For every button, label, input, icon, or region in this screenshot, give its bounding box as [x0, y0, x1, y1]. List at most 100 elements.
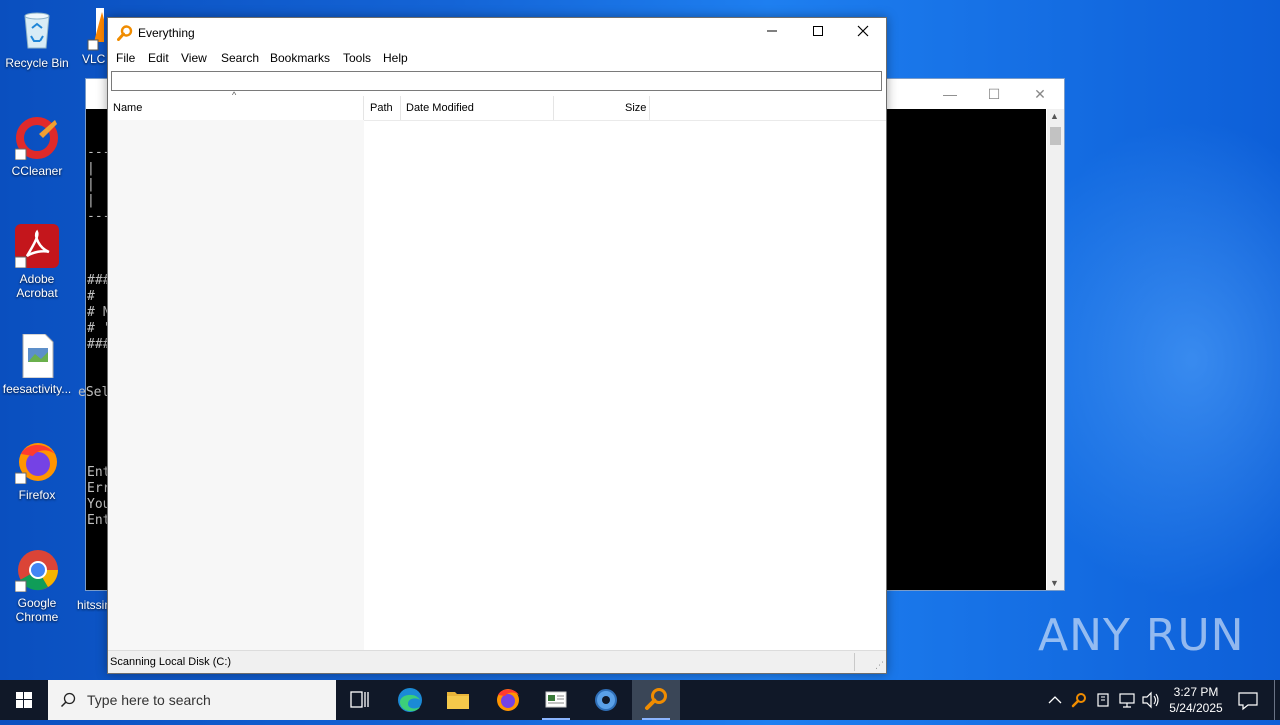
column-path[interactable]: Path: [370, 96, 393, 120]
desktop-icon-label: Recycle Bin: [5, 56, 69, 70]
menu-view[interactable]: View: [181, 51, 207, 65]
maximize-icon[interactable]: ☐: [982, 84, 1006, 104]
vlc-icon: [74, 8, 112, 52]
status-text: Scanning Local Disk (C:): [110, 656, 232, 668]
desktop-icon-feesactivity[interactable]: feesactivity...: [0, 333, 74, 396]
maximize-button[interactable]: [795, 18, 841, 48]
minimize-icon: [767, 30, 777, 32]
gear-icon: [595, 689, 617, 711]
menu-bookmarks[interactable]: Bookmarks: [270, 51, 330, 65]
usb-device-icon: [1097, 693, 1109, 707]
tray-network[interactable]: [1116, 680, 1138, 720]
desktop-icon-ccleaner[interactable]: CCleaner: [0, 116, 74, 178]
taskbar-search-placeholder: Type here to search: [87, 692, 211, 708]
desktop-icon-recycle-bin[interactable]: Recycle Bin: [0, 8, 74, 70]
desktop-icon-label: hitssin: [77, 598, 110, 612]
console-line: |: [87, 177, 95, 192]
task-view-button[interactable]: [336, 680, 384, 720]
edge-icon: [398, 688, 422, 712]
menu-bar: File Edit View Search Bookmarks Tools He…: [108, 48, 886, 68]
adobe-acrobat-icon: [14, 224, 59, 269]
taskbar-file-explorer[interactable]: [434, 680, 482, 720]
taskbar-console-window[interactable]: [532, 680, 580, 720]
scroll-down-icon[interactable]: ▼: [1050, 578, 1059, 588]
search-icon: [60, 692, 76, 708]
console-scrollbar[interactable]: ▲ ▼: [1047, 109, 1064, 590]
firefox-icon: [14, 440, 59, 485]
tray-everything[interactable]: [1068, 680, 1090, 720]
everything-app-icon: [117, 25, 133, 41]
desktop-icon-label: Google Chrome: [15, 596, 59, 624]
minimize-icon[interactable]: —: [938, 84, 962, 104]
everything-titlebar[interactable]: Everything: [108, 18, 886, 48]
desktop-icon-adobe-acrobat[interactable]: Adobe Acrobat: [0, 224, 74, 300]
taskbar-edge[interactable]: [386, 680, 434, 720]
taskbar-search-box[interactable]: Type here to search: [48, 680, 336, 720]
windows-logo-icon: [16, 692, 32, 708]
show-desktop-button[interactable]: [1274, 680, 1280, 720]
desktop-icon-label: Adobe Acrobat: [16, 272, 58, 300]
recycle-bin-icon: [15, 8, 59, 52]
menu-edit[interactable]: Edit: [148, 51, 169, 65]
show-hidden-icons-button[interactable]: [1046, 680, 1064, 720]
resize-grip-icon[interactable]: ⋰: [875, 660, 884, 671]
column-size[interactable]: Size: [625, 96, 646, 120]
search-input[interactable]: [111, 71, 882, 91]
column-name[interactable]: Name: [113, 96, 358, 120]
column-date-modified[interactable]: Date Modified: [406, 96, 474, 120]
column-divider[interactable]: [649, 96, 650, 120]
column-divider[interactable]: [363, 96, 364, 120]
taskbar-everything[interactable]: [632, 680, 680, 720]
console-line: eSel: [78, 385, 110, 400]
anyrun-watermark: ANY RUN: [1038, 610, 1245, 661]
close-icon[interactable]: ✕: [1028, 84, 1052, 104]
status-bar: Scanning Local Disk (C:) ⋰: [108, 650, 886, 673]
everything-app-icon: [645, 688, 667, 710]
menu-tools[interactable]: Tools: [343, 51, 371, 65]
column-divider[interactable]: [400, 96, 401, 120]
clock-date: 5/24/2025: [1169, 701, 1223, 715]
taskbar-settings-app[interactable]: [582, 680, 630, 720]
folder-icon: [447, 692, 469, 709]
chrome-icon: [14, 548, 59, 593]
ccleaner-icon: [14, 116, 59, 161]
notification-icon: [1238, 692, 1258, 711]
chevron-up-icon: [1048, 696, 1062, 704]
scrollbar-thumb[interactable]: [1050, 127, 1061, 145]
desktop-icon-label: feesactivity...: [2, 382, 72, 396]
console-app-icon: [545, 691, 567, 708]
everything-window[interactable]: Everything File Edit View Search Bookmar…: [107, 17, 887, 674]
image-file-icon: [15, 333, 59, 379]
firefox-icon: [497, 689, 519, 711]
console-line: |: [87, 161, 95, 176]
column-divider[interactable]: [553, 96, 554, 120]
action-center-button[interactable]: [1232, 680, 1264, 720]
desktop-icon-label: Firefox: [18, 488, 56, 502]
minimize-button[interactable]: [749, 18, 795, 48]
taskbar-firefox[interactable]: [484, 680, 532, 720]
clock-time: 3:27 PM: [1173, 685, 1219, 699]
status-divider: [854, 653, 855, 671]
tray-volume[interactable]: [1140, 680, 1162, 720]
desktop-icon-hitssin[interactable]: hitssin: [74, 598, 110, 612]
scroll-up-icon[interactable]: ▲: [1050, 111, 1059, 121]
maximize-icon: [813, 26, 823, 36]
everything-tray-icon: [1071, 693, 1086, 708]
menu-help[interactable]: Help: [383, 51, 408, 65]
task-view-icon: [350, 691, 369, 708]
column-header: ^ Name Path Date Modified Size: [108, 90, 886, 121]
menu-search[interactable]: Search: [221, 51, 259, 65]
taskbar-clock[interactable]: 3:27 PM 5/24/2025: [1162, 684, 1230, 716]
desktop-icon-firefox[interactable]: Firefox: [0, 440, 74, 502]
window-title: Everything: [138, 26, 195, 40]
close-button[interactable]: [840, 18, 886, 48]
network-icon: [1119, 693, 1135, 708]
console-line: #: [87, 289, 95, 304]
desktop-icon-label: CCleaner: [11, 164, 63, 178]
start-button[interactable]: [0, 680, 48, 720]
tray-device[interactable]: [1092, 680, 1114, 720]
menu-file[interactable]: File: [116, 51, 135, 65]
desktop-icon-google-chrome[interactable]: Google Chrome: [0, 548, 74, 624]
console-line: |: [87, 193, 95, 208]
results-list[interactable]: [108, 120, 364, 650]
